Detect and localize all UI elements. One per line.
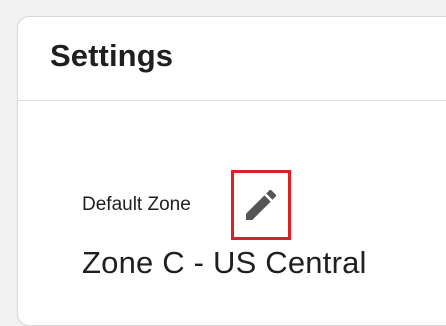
edit-default-zone-button[interactable]	[231, 170, 291, 240]
default-zone-label: Default Zone	[82, 194, 191, 215]
settings-header: Settings	[18, 17, 446, 101]
settings-title: Settings	[50, 37, 174, 73]
pencil-icon	[246, 189, 277, 220]
default-zone-value: Zone C - US Central	[82, 245, 367, 280]
default-zone-label-row: Default Zone	[82, 169, 191, 241]
settings-card: Settings Default Zone Zone C - US Centra…	[17, 16, 446, 326]
